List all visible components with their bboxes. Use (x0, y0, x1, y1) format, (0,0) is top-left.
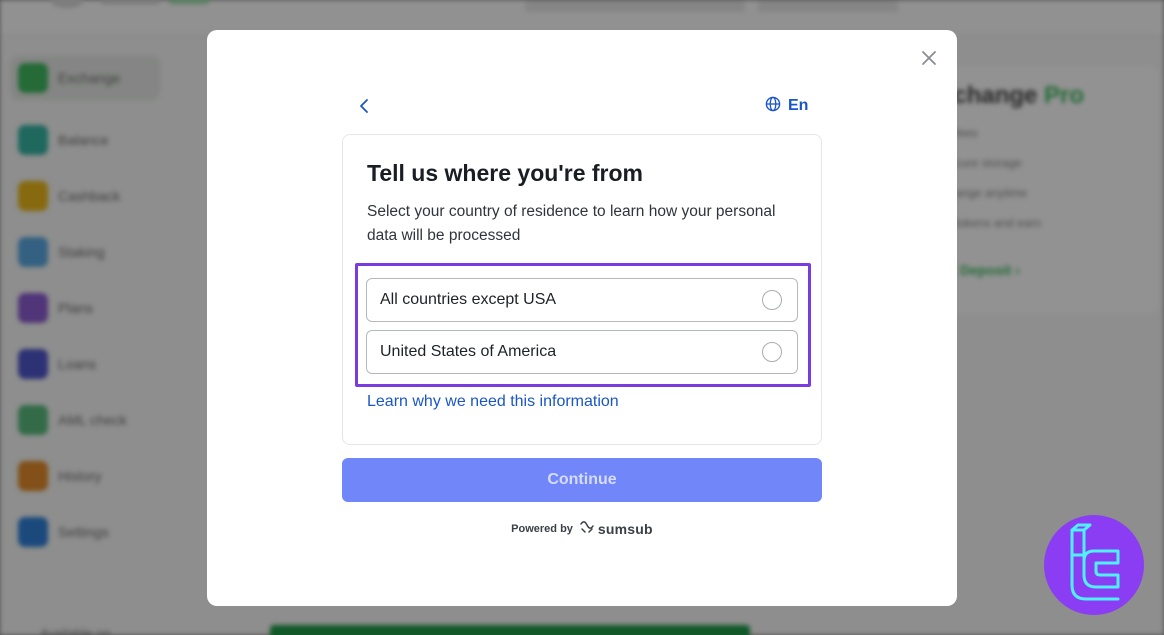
powered-by-label: Powered by (511, 523, 573, 535)
page-title: Tell us where you're from (367, 160, 643, 186)
option-label: All countries except USA (380, 291, 557, 308)
chevron-left-icon[interactable] (355, 94, 375, 118)
language-label: En (788, 97, 809, 114)
close-icon[interactable] (919, 48, 939, 68)
learn-why-link[interactable]: Learn why we need this information (367, 393, 619, 411)
powered-by-footer: Powered by sumsub (207, 520, 957, 538)
continue-button[interactable]: Continue (342, 458, 822, 502)
tradingfinder-logo-icon (1070, 523, 1120, 601)
radio-button[interactable] (762, 342, 782, 362)
option-united-states[interactable]: United States of America (366, 330, 798, 374)
option-all-countries-except-usa[interactable]: All countries except USA (366, 278, 798, 322)
verification-modal: En Tell us where you're from Select your… (207, 30, 957, 606)
option-label: United States of America (380, 343, 557, 360)
sumsub-brand: sumsub (597, 521, 653, 537)
country-card: Tell us where you're from Select your co… (342, 134, 822, 445)
globe-icon (765, 96, 781, 117)
watermark-logo (1044, 515, 1144, 615)
sumsub-logo-icon (579, 520, 595, 538)
language-selector[interactable]: En (765, 94, 808, 118)
radio-button[interactable] (762, 290, 782, 310)
page-subtitle: Select your country of residence to lear… (367, 203, 776, 244)
